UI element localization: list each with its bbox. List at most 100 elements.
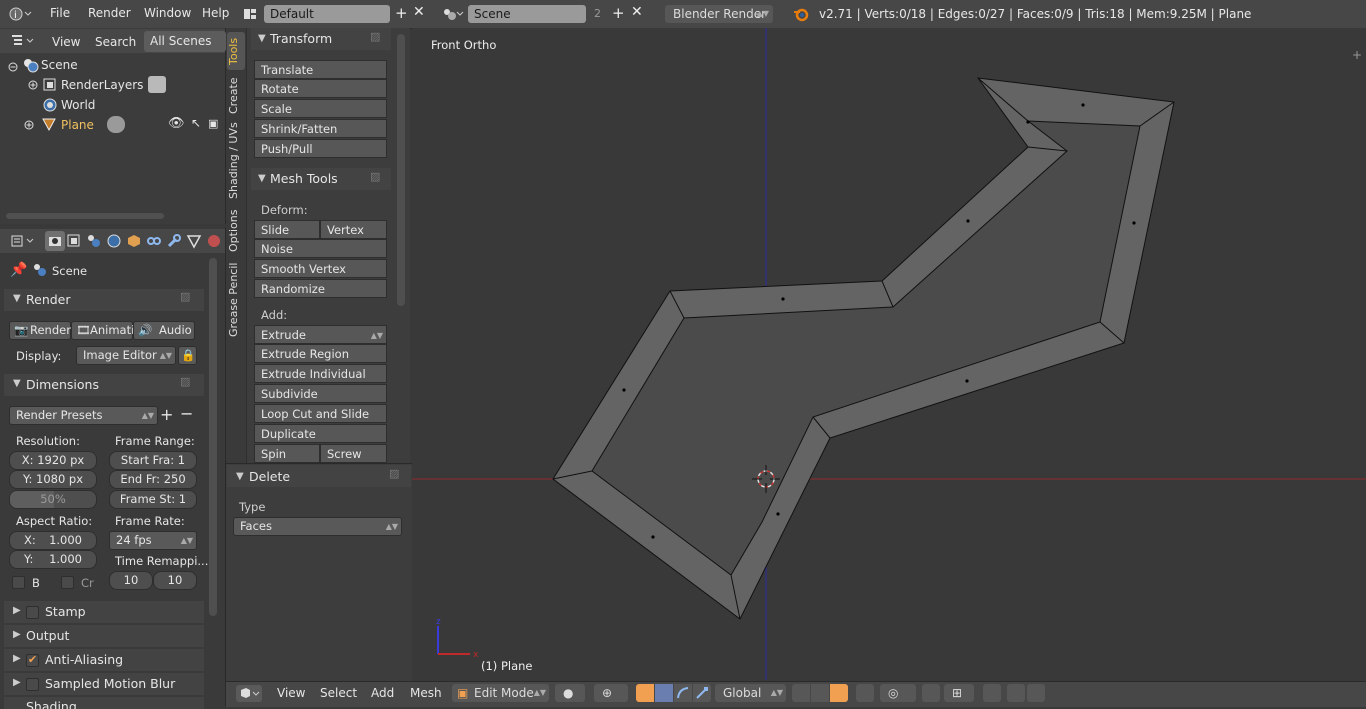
- duplicate-button[interactable]: Duplicate: [254, 424, 387, 443]
- snap-toggle-icon[interactable]: [922, 684, 940, 702]
- manipulator-toggle-icon[interactable]: [636, 684, 654, 702]
- edge-select-mode-icon[interactable]: [811, 684, 829, 702]
- outliner-search-menu[interactable]: Search: [95, 35, 136, 49]
- render-engine-select[interactable]: Blender Render ▲▼: [665, 5, 773, 23]
- transform-orientation-select[interactable]: Global ▲▼: [715, 684, 786, 702]
- start-frame-field[interactable]: Start Fra: 1: [109, 451, 197, 470]
- render-tab-icon[interactable]: [45, 231, 65, 251]
- resolution-x-field[interactable]: X: 1920 px: [9, 451, 97, 470]
- end-frame-field[interactable]: End Fr: 250: [109, 470, 197, 489]
- scene-tab-icon[interactable]: [86, 233, 102, 249]
- visibility-eye-icon[interactable]: 👁: [168, 116, 185, 131]
- menu-window[interactable]: Window: [144, 6, 191, 20]
- crop-checkbox[interactable]: [61, 576, 74, 589]
- view-menu[interactable]: View: [277, 686, 305, 700]
- display-select[interactable]: Image Editor ▲▼: [76, 346, 176, 365]
- select-menu[interactable]: Select: [320, 686, 357, 700]
- object-tab-icon[interactable]: [126, 233, 142, 249]
- modifiers-wrench-icon[interactable]: [166, 233, 182, 249]
- aspect-x-field[interactable]: X: 1.000: [9, 531, 97, 550]
- randomize-button[interactable]: Randomize: [254, 279, 387, 298]
- screw-button[interactable]: Screw: [320, 444, 387, 463]
- scene-icon[interactable]: [440, 6, 464, 22]
- outliner-scrollbar[interactable]: [0, 210, 225, 222]
- mesh-tools-collapse-icon[interactable]: ▼: [258, 173, 266, 184]
- snap-element-select[interactable]: ⊞: [944, 684, 974, 702]
- dimensions-collapse-icon[interactable]: ▼: [13, 378, 21, 389]
- smooth-vertex-button[interactable]: Smooth Vertex: [254, 259, 387, 278]
- pin-icon[interactable]: 📌: [10, 262, 27, 278]
- frame-rate-select[interactable]: 24 fps ▲▼: [109, 531, 197, 550]
- resolution-percentage-slider[interactable]: 50%: [9, 490, 97, 509]
- time-remap-old-field[interactable]: 10: [109, 571, 153, 590]
- tab-shading-uvs[interactable]: Shading / UVs: [227, 122, 245, 200]
- world-tab-icon[interactable]: [106, 233, 122, 249]
- pivot-point-select[interactable]: ⊕: [594, 684, 628, 702]
- render-presets-select[interactable]: Render Presets ▲▼: [9, 406, 158, 425]
- 3d-viewport[interactable]: z x: [412, 28, 1366, 680]
- stamp-checkbox[interactable]: [26, 606, 39, 619]
- remove-layout-icon[interactable]: ✕: [413, 4, 425, 20]
- tree-item-scene[interactable]: Scene: [41, 58, 78, 72]
- proportional-editing-select[interactable]: ◎: [880, 684, 916, 702]
- add-layout-icon[interactable]: +: [395, 4, 408, 22]
- outliner-editor-type-icon[interactable]: [10, 33, 36, 49]
- frame-step-field[interactable]: Frame St: 1: [109, 490, 197, 509]
- time-remap-new-field[interactable]: 10: [153, 571, 197, 590]
- render-animation-icon[interactable]: [1027, 684, 1045, 702]
- constraints-tab-icon[interactable]: [146, 233, 162, 249]
- remove-scene-icon[interactable]: ✕: [631, 4, 643, 20]
- properties-editor-type-icon[interactable]: [10, 233, 36, 249]
- add-preset-icon[interactable]: +: [160, 405, 173, 424]
- face-select-mode-icon[interactable]: [830, 684, 848, 702]
- tab-tools[interactable]: Tools: [227, 32, 245, 70]
- rotate-button[interactable]: Rotate: [254, 79, 387, 98]
- border-checkbox[interactable]: [12, 576, 25, 589]
- tab-create[interactable]: Create: [227, 74, 245, 118]
- collapse-scene-icon[interactable]: [8, 61, 18, 72]
- output-expand-icon[interactable]: ▶: [13, 629, 21, 640]
- panel-drag-icon[interactable]: ▨: [180, 290, 190, 303]
- outliner-display-mode[interactable]: All Scenes: [144, 31, 226, 52]
- tree-item-renderlayers[interactable]: RenderLayers: [61, 78, 143, 92]
- material-tab-icon[interactable]: [206, 233, 222, 249]
- anti-aliasing-checkbox[interactable]: ✔: [26, 654, 39, 667]
- add-scene-icon[interactable]: +: [612, 4, 625, 22]
- limit-selection-icon[interactable]: [856, 684, 874, 702]
- spin-button[interactable]: Spin: [254, 444, 320, 463]
- expand-properties-icon[interactable]: +: [1352, 48, 1362, 62]
- noise-button[interactable]: Noise: [254, 239, 387, 258]
- remove-preset-icon[interactable]: −: [180, 404, 193, 423]
- renderlayers-toggle-icon[interactable]: [148, 76, 166, 93]
- outliner-view-menu[interactable]: View: [52, 35, 80, 49]
- rotate-manipulator-icon[interactable]: [674, 684, 692, 702]
- render-audio-button[interactable]: 🔊 Audio: [133, 321, 195, 340]
- render-still-button[interactable]: 📷 Render: [9, 321, 71, 340]
- scale-manipulator-icon[interactable]: [693, 684, 711, 702]
- slide-edge-button[interactable]: Slide Edge: [254, 220, 320, 256]
- translate-manipulator-icon[interactable]: [655, 684, 673, 702]
- tab-options[interactable]: Options: [227, 206, 245, 256]
- slide-vertex-button[interactable]: Vertex: [320, 220, 387, 239]
- push-pull-button[interactable]: Push/Pull: [254, 139, 387, 158]
- opengl-render-icon[interactable]: [983, 684, 1001, 702]
- viewport-canvas[interactable]: z x: [412, 28, 1366, 680]
- renderable-camera-icon[interactable]: ▣: [208, 117, 218, 130]
- lock-interface-toggle[interactable]: 🔒: [178, 346, 197, 365]
- menu-file[interactable]: File: [50, 6, 70, 20]
- properties-scrollbar[interactable]: [209, 258, 217, 616]
- shrink-fatten-button[interactable]: Shrink/Fatten: [254, 119, 387, 138]
- mesh-data-tab-icon[interactable]: [186, 233, 202, 249]
- extrude-individual-button[interactable]: Extrude Individual: [254, 364, 387, 383]
- mesh-menu[interactable]: Mesh: [410, 686, 442, 700]
- transform-collapse-icon[interactable]: ▼: [258, 33, 266, 44]
- delete-type-select[interactable]: Faces ▲▼: [233, 517, 402, 536]
- extrude-select[interactable]: Extrude ▲▼: [254, 325, 387, 344]
- screen-layout-icon[interactable]: [242, 6, 262, 22]
- tab-grease-pencil[interactable]: Grease Pencil: [227, 262, 245, 338]
- tree-item-plane[interactable]: Plane: [61, 118, 94, 132]
- aspect-y-field[interactable]: Y: 1.000: [9, 550, 97, 569]
- add-menu[interactable]: Add: [371, 686, 394, 700]
- expand-renderlayers-icon[interactable]: [28, 79, 38, 90]
- menu-help[interactable]: Help: [202, 6, 229, 20]
